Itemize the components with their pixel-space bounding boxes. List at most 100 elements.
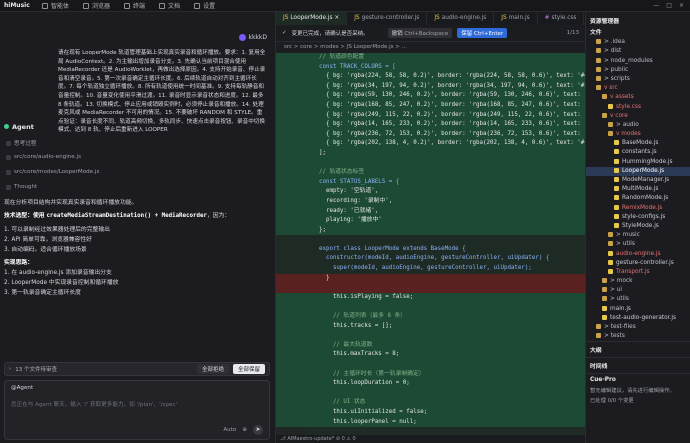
- tree-file[interactable]: style-configs.js: [586, 213, 690, 222]
- code-line[interactable]: this.maxTracks = 8;: [276, 350, 585, 360]
- tree-folder[interactable]: > dist: [586, 47, 690, 56]
- code-line[interactable]: // 轨道颜色配置: [276, 53, 585, 63]
- tab-loopermode[interactable]: JS LooperMode.js ×: [276, 12, 348, 25]
- code-line[interactable]: // 轨道列表（最多 8 条）: [276, 312, 585, 322]
- code-line[interactable]: { bg: 'rgba(249, 115, 22, 0.2)', border:…: [276, 110, 585, 121]
- code-line[interactable]: [276, 283, 585, 293]
- code-line[interactable]: super(modeId, audioEngine, gestureContro…: [276, 264, 585, 274]
- code-content[interactable]: // 轨道颜色配置 const TRACK_COLORS = [ { bg: '…: [276, 53, 585, 428]
- tree-file[interactable]: test-audio-generator.js: [586, 314, 690, 323]
- code-line[interactable]: this.uiInitialized = false;: [276, 407, 585, 418]
- topbar-item-settings[interactable]: 设置: [194, 1, 215, 10]
- thought-step[interactable]: Thought: [6, 184, 37, 190]
- code-line[interactable]: { bg: 'rgba(34, 197, 94, 0.2)', border: …: [276, 81, 585, 92]
- timeline-section[interactable]: 时间线: [586, 357, 690, 373]
- code-line[interactable]: }: [276, 273, 585, 284]
- code-line[interactable]: this.looperPanel = null;: [276, 417, 585, 428]
- tab-main[interactable]: JS main.js: [494, 12, 538, 25]
- tree-folder[interactable]: > music: [586, 231, 690, 240]
- tree-folder[interactable]: > public: [586, 66, 690, 75]
- tree-folder[interactable]: v core: [586, 112, 690, 121]
- topbar-item-terminal[interactable]: 终端: [124, 1, 145, 10]
- keep-all-button[interactable]: 全部保留: [232, 364, 265, 374]
- tree-folder[interactable]: v src: [586, 84, 690, 93]
- code-line[interactable]: this.tracks = [];: [276, 321, 585, 332]
- code-line[interactable]: // 主循环时长（第一轨录制确定）: [276, 369, 585, 380]
- code-line[interactable]: { bg: 'rgba(236, 72, 153, 0.2)', border:…: [276, 129, 585, 140]
- code-line[interactable]: { bg: 'rgba(202, 138, 4, 0.2)', border: …: [276, 139, 585, 149]
- tab-style[interactable]: # style.css: [538, 12, 585, 25]
- tree-folder[interactable]: > tests: [586, 332, 690, 341]
- tree-folder[interactable]: > mock: [586, 277, 690, 286]
- chat-input-box[interactable]: @Agent 您正在与 Agent 聊天，输入 '/' 获取更多能力，如 '/p…: [4, 380, 270, 440]
- cuepro-section[interactable]: Cue-Pro: [586, 373, 690, 386]
- tree-file[interactable]: RemixMode.js: [586, 204, 690, 213]
- code-line[interactable]: { bg: 'rgba(168, 85, 247, 0.2)', border:…: [276, 100, 585, 111]
- explorer-section-files[interactable]: 文件: [586, 29, 690, 38]
- code-line[interactable]: [276, 331, 585, 341]
- code-line[interactable]: [276, 158, 585, 169]
- tree-file[interactable]: RandomMode.js: [586, 194, 690, 203]
- tree-folder[interactable]: v modes: [586, 130, 690, 139]
- tree-file[interactable]: style.css: [586, 103, 690, 112]
- model-select[interactable]: Auto: [223, 427, 236, 433]
- tree-file[interactable]: HummingMode.js: [586, 158, 690, 167]
- thinking-step[interactable]: 思考过程: [6, 139, 36, 147]
- code-line[interactable]: [276, 388, 585, 399]
- topbar-item-docs[interactable]: 文档: [159, 1, 180, 10]
- attach-icon[interactable]: ⊕: [242, 427, 247, 433]
- minimize-button[interactable]: —: [653, 2, 659, 9]
- outline-section[interactable]: 大纲: [586, 341, 690, 357]
- tree-file[interactable]: Transport.js: [586, 268, 690, 277]
- pending-files-count[interactable]: 13 个文件待审查: [15, 365, 57, 373]
- undo-button[interactable]: 撤销 Ctrl+Backspace: [387, 28, 453, 38]
- tree-folder[interactable]: > node_modules: [586, 57, 690, 66]
- tree-folder[interactable]: > utils: [586, 240, 690, 249]
- agent-tag[interactable]: @Agent: [11, 385, 33, 391]
- tree-file[interactable]: ModeManager.js: [586, 176, 690, 185]
- code-line[interactable]: export class LooperMode extends BaseMode…: [276, 244, 585, 255]
- tab-audio-engine[interactable]: JS audio-engine.js: [427, 12, 495, 25]
- code-line[interactable]: const STATUS_LABELS = {: [276, 177, 585, 188]
- code-line[interactable]: // 轨道状态标签: [276, 168, 585, 178]
- code-line[interactable]: { bg: 'rgba(59, 130, 246, 0.2)', border:…: [276, 91, 585, 101]
- tree-folder[interactable]: > scripts: [586, 75, 690, 84]
- code-line[interactable]: constructor(modeId, audioEngine, gesture…: [276, 254, 585, 265]
- tree-file[interactable]: constants.js: [586, 148, 690, 157]
- code-line[interactable]: [276, 302, 585, 313]
- chevron-right-icon[interactable]: ›: [9, 366, 11, 372]
- code-line[interactable]: // UI 状态: [276, 398, 585, 408]
- code-line[interactable]: const TRACK_COLORS = [: [276, 62, 585, 73]
- maximize-button[interactable]: □: [666, 2, 672, 9]
- code-line[interactable]: [276, 360, 585, 370]
- tree-file[interactable]: audio-engine.js: [586, 250, 690, 259]
- tree-file[interactable]: StyleMode.js: [586, 222, 690, 231]
- tree-file[interactable]: LooperMode.js: [586, 166, 690, 176]
- tree-folder[interactable]: > ui: [586, 286, 690, 295]
- code-line[interactable]: this.isPlaying = false;: [276, 292, 585, 303]
- code-line[interactable]: empty: '空轨道',: [276, 187, 585, 197]
- tree-folder[interactable]: > audio: [586, 121, 690, 130]
- tree-folder[interactable]: v assets: [586, 93, 690, 102]
- tab-gesture-controller[interactable]: JS gesture-controller.js: [347, 12, 428, 25]
- file-read-step[interactable]: src/core/modes/LooperMode.js: [6, 169, 99, 175]
- tree-file[interactable]: gesture-controller.js: [586, 259, 690, 268]
- code-line[interactable]: { bg: 'rgba(224, 58, 58, 0.2)', border: …: [276, 72, 585, 82]
- code-line[interactable]: ready: '已就绪',: [276, 206, 585, 217]
- close-button[interactable]: ×: [679, 2, 684, 9]
- code-line[interactable]: { bg: 'rgba(14, 165, 233, 0.2)', border:…: [276, 120, 585, 130]
- code-line[interactable]: this.loopDuration = 0;: [276, 379, 585, 389]
- code-line[interactable]: recording: '录制中',: [276, 196, 585, 207]
- keep-button[interactable]: 保留 Ctrl+Enter: [457, 28, 508, 38]
- tree-file[interactable]: main.js: [586, 305, 690, 314]
- reject-all-button[interactable]: 全部拒绝: [196, 364, 229, 374]
- file-read-step[interactable]: src/core/audio-engine.js: [6, 154, 81, 160]
- tree-file[interactable]: MultiMode.js: [586, 185, 690, 194]
- code-line[interactable]: // 最大轨道数: [276, 340, 585, 351]
- tree-folder[interactable]: > utils: [586, 295, 690, 304]
- topbar-item-browser[interactable]: 浏览器: [83, 1, 110, 10]
- tree-file[interactable]: BaseMode.js: [586, 139, 690, 148]
- tree-folder[interactable]: > .idea: [586, 38, 690, 47]
- code-line[interactable]: ];: [276, 148, 585, 159]
- chat-input[interactable]: 您正在与 Agent 聊天，输入 '/' 获取更多能力，如 '/plan'、'/…: [11, 400, 177, 408]
